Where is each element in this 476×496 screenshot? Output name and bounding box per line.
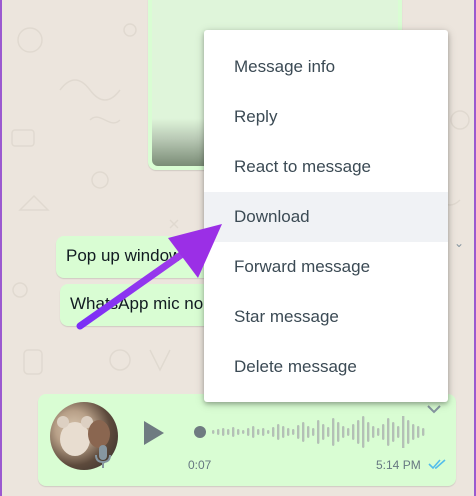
menu-item-message-info[interactable]: Message info (204, 42, 448, 92)
waveform-bar (357, 420, 360, 444)
waveform-bar (297, 425, 300, 439)
chevron-down-icon[interactable] (426, 404, 442, 414)
waveform-bar (342, 426, 345, 438)
waveform-bar (402, 416, 405, 448)
waveform-bar (282, 426, 285, 438)
waveform-bar (302, 422, 305, 442)
waveform-bar (312, 428, 315, 436)
menu-item-star-message[interactable]: Star message (204, 292, 448, 342)
double-check-icon (428, 459, 446, 470)
waveform-bar (217, 429, 220, 435)
waveform-bar (242, 430, 245, 434)
message-text: WhatsApp mic no (70, 294, 204, 313)
voice-waveform[interactable] (194, 416, 434, 448)
waveform-bar (362, 416, 365, 448)
waveform-bar (407, 420, 410, 444)
waveform-bar (222, 428, 225, 436)
voice-message-bubble[interactable]: 0:07 5:14 PM (38, 394, 456, 486)
waveform-bar (372, 426, 375, 438)
waveform-bar (412, 424, 415, 440)
waveform-bar (272, 427, 275, 437)
waveform-bar (367, 422, 370, 442)
mic-icon (95, 445, 111, 468)
waveform-bar (247, 428, 250, 436)
waveform-bar (332, 418, 335, 446)
chevron-down-icon[interactable]: ⌄ (454, 236, 464, 250)
waveform-bar (327, 427, 330, 437)
waveform-bar (317, 420, 320, 444)
waveform-bar (227, 429, 230, 435)
waveform-bar (347, 428, 350, 436)
waveform-bar (352, 424, 355, 440)
waveform-bar (307, 426, 310, 438)
waveform-bar (387, 418, 390, 446)
waveform-bar (267, 430, 270, 434)
voice-duration: 0:07 (188, 458, 212, 472)
waveform-bar (212, 430, 215, 434)
waveform-bar (232, 427, 235, 437)
menu-item-forward-message[interactable]: Forward message (204, 242, 448, 292)
waveform-bar (257, 429, 260, 435)
message-text: Pop up window (66, 246, 182, 265)
menu-item-react-to-message[interactable]: React to message (204, 142, 448, 192)
menu-item-download[interactable]: Download (204, 192, 448, 242)
message-timestamp: 5:14 PM (376, 458, 421, 472)
waveform-bar (252, 426, 255, 438)
menu-item-delete-message[interactable]: Delete message (204, 342, 448, 392)
menu-item-reply[interactable]: Reply (204, 92, 448, 142)
message-context-menu: Message info Reply React to message Down… (204, 30, 448, 402)
waveform-scrubber[interactable] (194, 426, 206, 438)
waveform-bar (262, 428, 265, 436)
waveform-bar (287, 428, 290, 436)
play-icon[interactable] (138, 418, 168, 448)
waveform-bar (292, 429, 295, 435)
waveform-bar (382, 424, 385, 440)
waveform-bar (397, 426, 400, 438)
waveform-bar (392, 422, 395, 442)
waveform-bar (377, 428, 380, 436)
waveform-bar (417, 426, 420, 438)
waveform-bar (322, 424, 325, 440)
waveform-bar (422, 428, 425, 436)
waveform-bar (237, 429, 240, 435)
waveform-bar (277, 424, 280, 440)
waveform-bar (337, 422, 340, 442)
